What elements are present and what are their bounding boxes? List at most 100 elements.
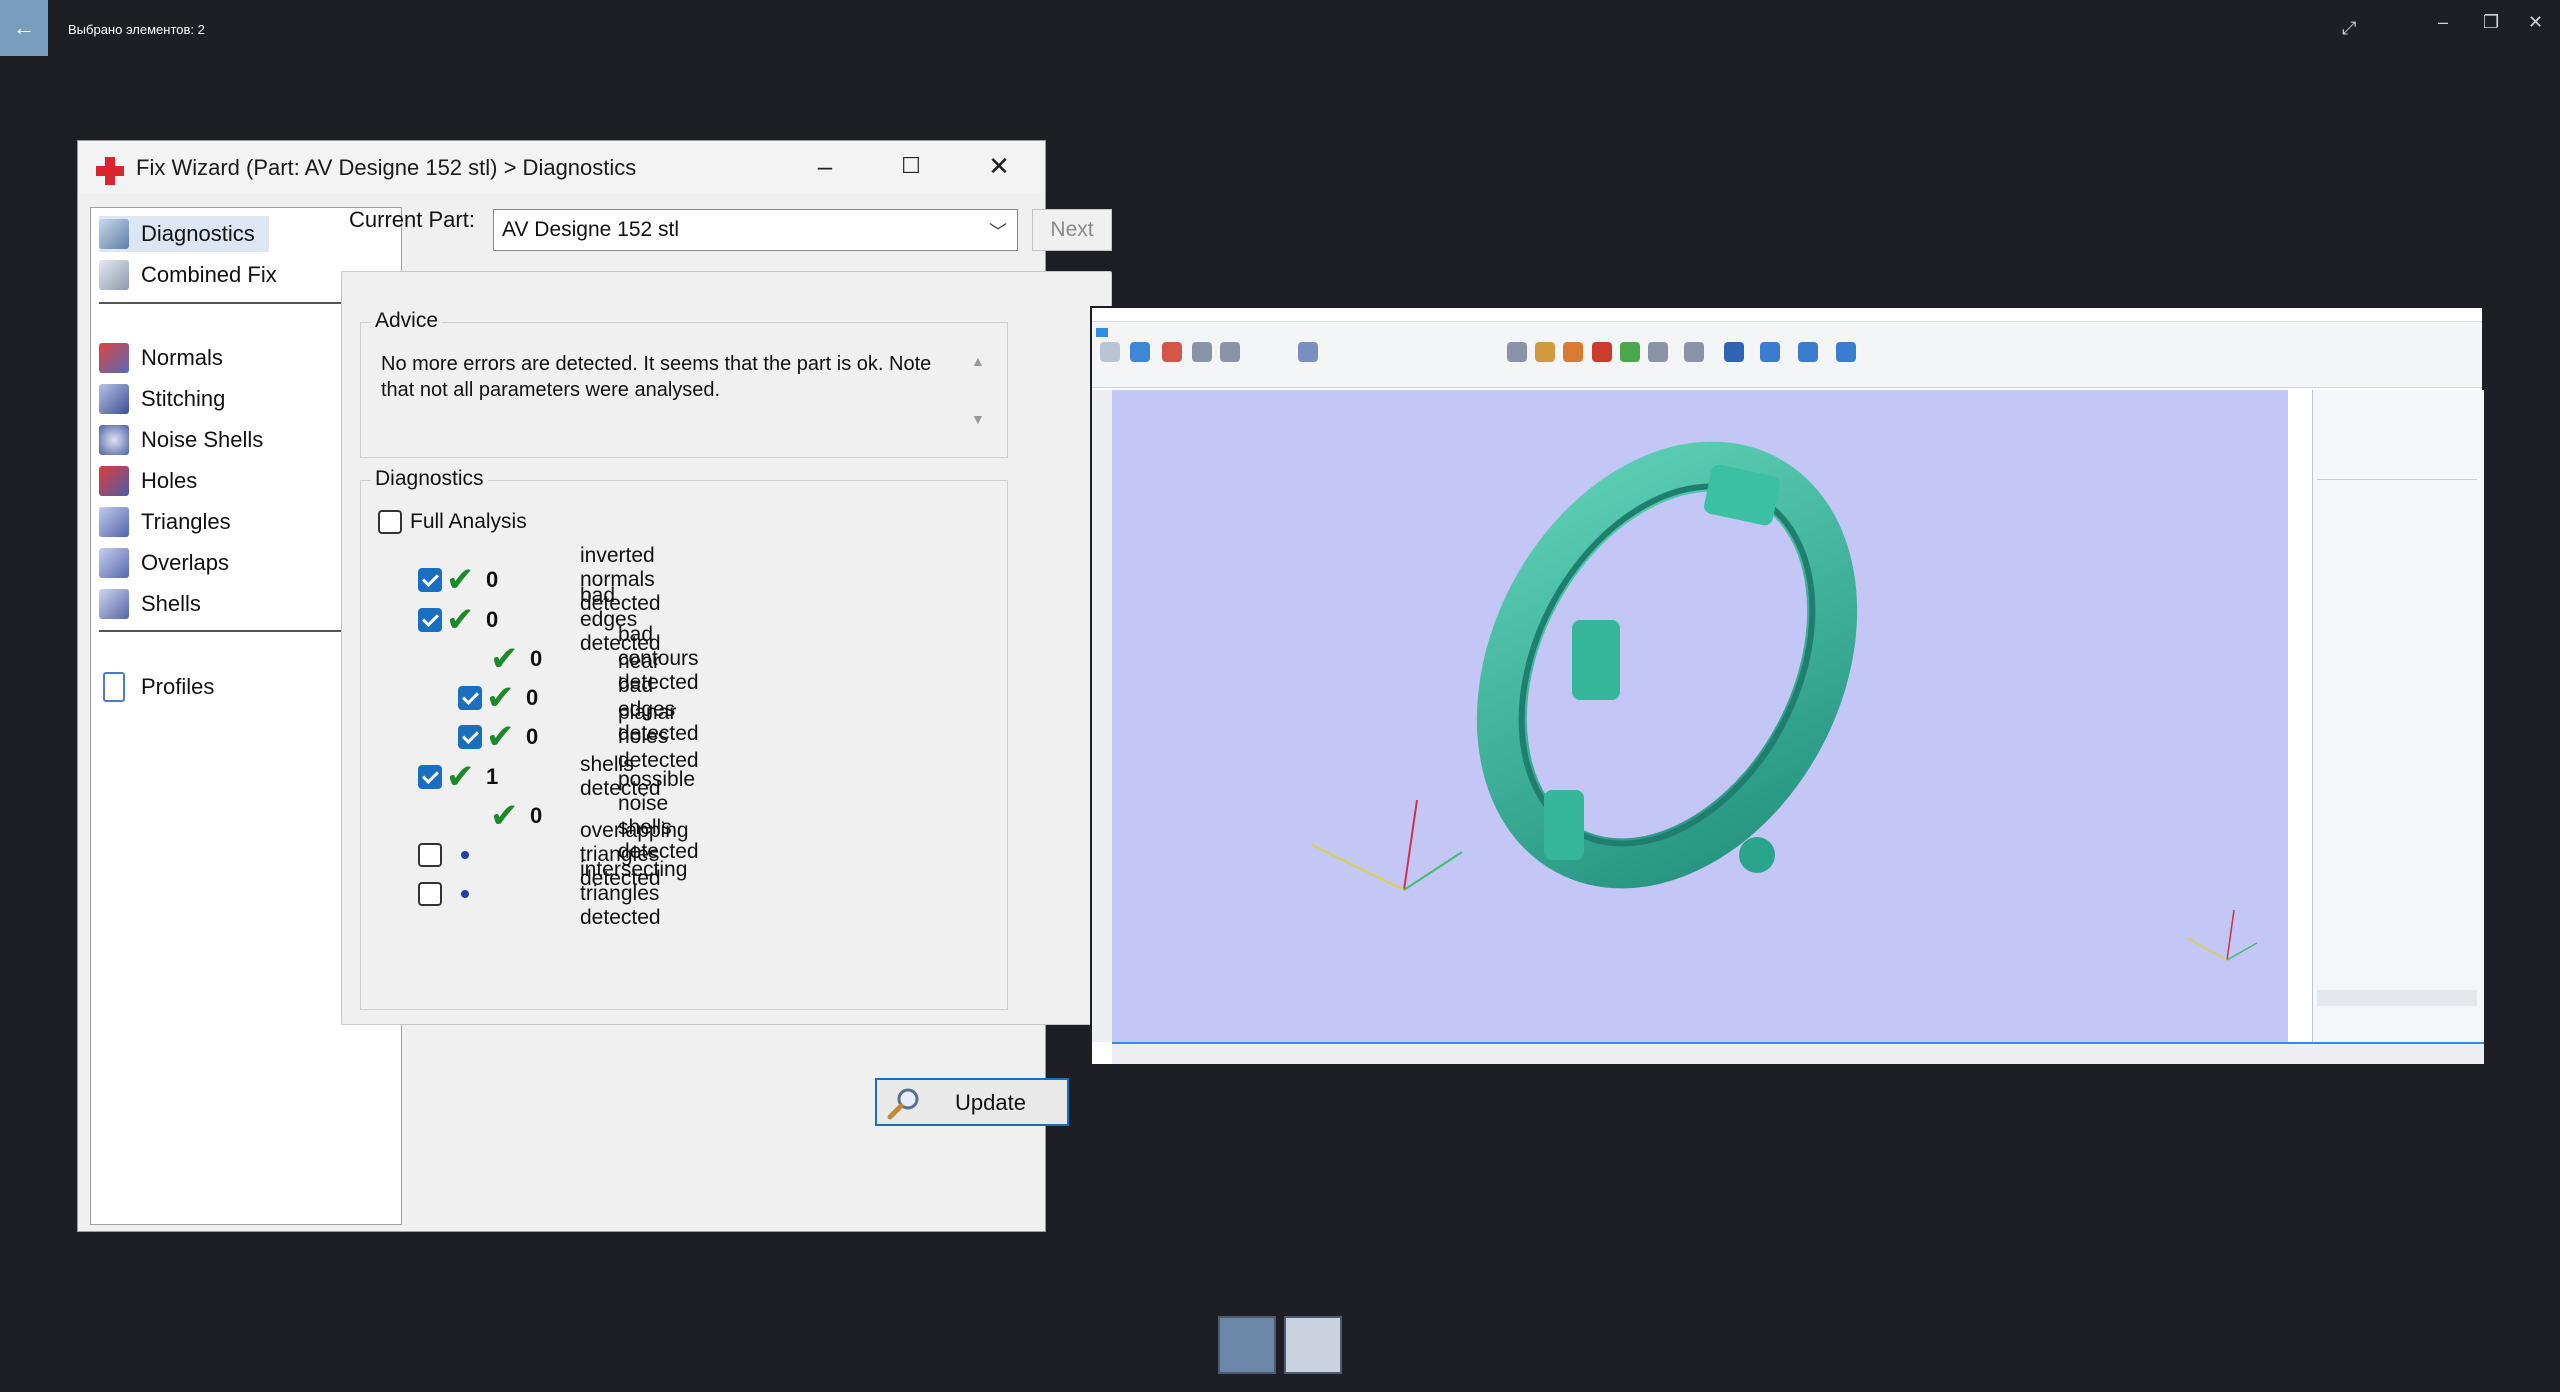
- minimize-button[interactable]: –: [800, 151, 850, 182]
- window-title: Fix Wizard (Part: AV Designe 152 stl) > …: [136, 155, 637, 180]
- row-checkbox[interactable]: [418, 765, 442, 789]
- selected-thumbnails: [1218, 1316, 1346, 1376]
- ribbon-titlebar: [1092, 308, 2482, 322]
- part-list-header: [2317, 460, 2477, 480]
- ribbon-button-icon: [1507, 342, 1527, 362]
- panel-toolbar: [2317, 990, 2477, 1006]
- nav-item-combined-fix[interactable]: Combined Fix: [99, 257, 277, 293]
- nav-item-shells[interactable]: Shells: [99, 586, 201, 622]
- overlaps-icon: [99, 548, 129, 578]
- row-checkbox[interactable]: [418, 608, 442, 632]
- current-part-value: AV Designe 152 stl: [502, 218, 680, 241]
- diagnostic-row: overlapping triangles detected: [418, 819, 689, 890]
- ribbon-button-icon: [1592, 342, 1612, 362]
- ok-check-icon: ✔: [486, 679, 515, 717]
- nav-item-stitching[interactable]: Stitching: [99, 381, 225, 417]
- advice-text: No more errors are detected. It seems th…: [381, 353, 932, 401]
- row-checkbox[interactable]: [418, 568, 442, 592]
- result-count: 0: [526, 685, 539, 710]
- restore-icon[interactable]: ❐: [2483, 12, 2499, 33]
- nav-label: Profiles: [141, 674, 215, 699]
- right-panel: [2312, 390, 2484, 1042]
- full-analysis-label: Full Analysis: [410, 510, 527, 533]
- expand-icon[interactable]: ⤢: [2342, 18, 2356, 39]
- ribbon-tab: [1096, 328, 1108, 337]
- row-checkbox[interactable]: [418, 843, 442, 867]
- back-arrow-icon[interactable]: ←: [0, 0, 48, 56]
- close-button[interactable]: ✕: [974, 151, 1024, 182]
- result-label: intersecting triangles detected: [580, 858, 688, 929]
- ok-check-icon: ✔: [486, 718, 515, 756]
- fix-wizard-window: Fix Wizard (Part: AV Designe 152 stl) > …: [77, 140, 1112, 1232]
- nav-item-holes[interactable]: Holes: [99, 463, 197, 499]
- ribbon-button-icon: [1220, 342, 1240, 362]
- scroll-up-icon[interactable]: ▲: [971, 353, 985, 369]
- close-icon[interactable]: ✕: [2528, 12, 2543, 33]
- nav-item-diagnostics[interactable]: Diagnostics: [99, 216, 269, 252]
- diagnostic-row: ✔ 0 bad contours detected: [490, 623, 699, 694]
- result-count: 0: [526, 724, 539, 749]
- ribbon-button-icon: [1298, 342, 1318, 362]
- maximize-button[interactable]: ☐: [886, 153, 936, 179]
- scroll-down-icon[interactable]: ▼: [971, 411, 985, 427]
- nav-item-overlaps[interactable]: Overlaps: [99, 545, 229, 581]
- left-toolbar: [1092, 390, 1112, 1042]
- nav-label: Shells: [141, 591, 201, 616]
- normals-icon: [99, 343, 129, 373]
- triangles-icon: [99, 507, 129, 537]
- pending-dot-icon: [461, 890, 469, 898]
- advice-group: Advice No more errors are detected. It s…: [360, 309, 1008, 458]
- nav-label: Normals: [141, 345, 223, 370]
- ok-check-icon: ✔: [446, 758, 475, 796]
- nav-label: Noise Shells: [141, 427, 264, 452]
- magics-ribbon: [1092, 308, 2482, 388]
- ribbon-button-icon: [1192, 342, 1212, 362]
- ribbon-button-icon: [1620, 342, 1640, 362]
- ribbon-button-icon: [1130, 342, 1150, 362]
- ribbon-button-icon: [1724, 342, 1744, 362]
- diagnostics-page: Advice No more errors are detected. It s…: [341, 271, 1112, 1025]
- ribbon-button-icon: [1684, 342, 1704, 362]
- diagnostic-row: ✔ 0 near bad edges detected: [458, 650, 699, 745]
- thumbnail-1[interactable]: [1218, 1316, 1276, 1374]
- result-count: 1: [486, 764, 499, 789]
- ok-check-icon: ✔: [490, 640, 519, 678]
- ribbon-button-icon: [1100, 342, 1120, 362]
- ring-model: [1311, 441, 2258, 961]
- row-checkbox[interactable]: [458, 686, 482, 710]
- ok-check-icon: ✔: [446, 601, 475, 639]
- result-count: 0: [530, 646, 543, 671]
- result-count: 0: [486, 567, 499, 592]
- nav-item-normals[interactable]: Normals: [99, 340, 223, 376]
- diagnostic-row: ✔ 1 shells detected: [418, 753, 661, 800]
- nav-item-noise-shells[interactable]: Noise Shells: [99, 422, 263, 458]
- magnifier-icon: [887, 1088, 919, 1120]
- update-button[interactable]: Update: [875, 1078, 1069, 1126]
- diagnostic-row: intersecting triangles detected: [418, 858, 687, 929]
- ok-check-icon: ✔: [446, 561, 475, 599]
- magics-screenshot: [1090, 306, 2484, 1066]
- holes-icon: [99, 466, 129, 496]
- minimize-icon[interactable]: –: [2438, 12, 2448, 33]
- result-count: 0: [486, 607, 499, 632]
- full-analysis-checkbox[interactable]: [378, 510, 402, 534]
- profiles-icon: [103, 672, 125, 702]
- diagnostic-row: ✔ 0 inverted normals detected: [418, 544, 661, 615]
- next-button[interactable]: Next: [1032, 209, 1112, 251]
- row-checkbox[interactable]: [418, 882, 442, 906]
- row-checkbox[interactable]: [458, 725, 482, 749]
- ribbon-button-icon: [1563, 342, 1583, 362]
- title-bar: Fix Wizard (Part: AV Designe 152 stl) > …: [78, 141, 1045, 193]
- 3d-viewport: [1112, 390, 2288, 1042]
- full-analysis-option[interactable]: Full Analysis: [378, 505, 527, 539]
- nav-item-profiles[interactable]: Profiles: [99, 669, 214, 705]
- ribbon-button-icon: [1648, 342, 1668, 362]
- nav-label: Stitching: [141, 386, 226, 411]
- diagnostics-legend: Diagnostics: [371, 467, 488, 491]
- nav-label: Combined Fix: [141, 262, 277, 287]
- nav-item-triangles[interactable]: Triangles: [99, 504, 231, 540]
- ribbon-button-icon: [1798, 342, 1818, 362]
- thumbnail-2[interactable]: [1284, 1316, 1342, 1374]
- current-part-select[interactable]: AV Designe 152 stl ﹀: [493, 209, 1018, 251]
- selection-count-title: Выбрано элементов: 2: [68, 22, 205, 37]
